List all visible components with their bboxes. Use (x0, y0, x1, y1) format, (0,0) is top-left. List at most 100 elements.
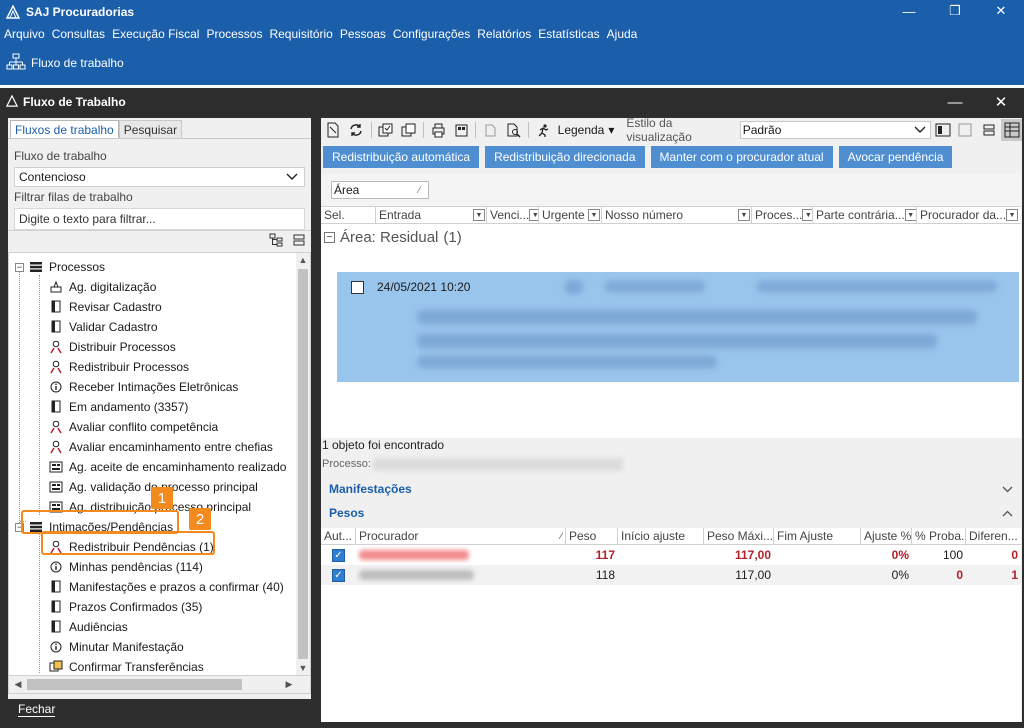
tree-item-receber-intimacoes[interactable]: Receber Intimações Eletrônicas (49, 377, 238, 397)
auto-redistribution-button[interactable]: Redistribuição automática (323, 146, 480, 168)
tree-item-manifestacoes-prazos[interactable]: Manifestações e prazos a confirmar (40) (49, 577, 284, 597)
layout-copy-icon[interactable] (956, 119, 977, 141)
export-icon[interactable] (451, 119, 472, 141)
pesos-col-ajuste[interactable]: Ajuste % (861, 528, 912, 544)
filter-dropdown-icon[interactable]: ▼ (904, 209, 916, 221)
scroll-up-icon[interactable]: ▲ (296, 253, 310, 267)
window-minimize-button[interactable]: — (932, 88, 978, 116)
filter-dropdown-icon[interactable]: ▼ (802, 209, 812, 221)
table-row[interactable]: ✓ 118 117,00 0% 0 1 (321, 565, 1021, 585)
tree-item-prazos-confirmados[interactable]: Prazos Confirmados (35) (49, 597, 202, 617)
column-procurador[interactable]: Procurador da... ▼ (917, 207, 1019, 223)
legend-dropdown[interactable]: Legenda ▾ (558, 123, 615, 137)
tree-item-revisar-cadastro[interactable]: Revisar Cadastro (49, 297, 162, 317)
attach-icon[interactable] (480, 119, 501, 141)
processos-expander[interactable]: − (15, 263, 24, 272)
tree-item-ag-digitalizacao[interactable]: Ag. digitalização (49, 277, 156, 297)
expand-tree-icon[interactable] (269, 233, 285, 250)
layout-save-icon[interactable] (933, 119, 954, 141)
filter-dropdown-icon[interactable]: ▼ (738, 209, 750, 221)
tree-item-minutar-manifestacao[interactable]: Minutar Manifestação (49, 637, 184, 657)
scroll-left-icon[interactable]: ◀ (11, 676, 25, 692)
table-row[interactable]: ✓ 117 117,00 0% 100 0 (321, 545, 1021, 565)
tree-item-distribuir-processos[interactable]: Distribuir Processos (49, 337, 176, 357)
runner-icon[interactable] (533, 119, 554, 141)
copy-icon[interactable] (398, 119, 419, 141)
close-button[interactable]: ✕ (978, 0, 1024, 22)
menu-arquivo[interactable]: Arquivo (2, 27, 50, 41)
scroll-down-icon[interactable]: ▼ (296, 661, 310, 675)
pesos-col-inicio-ajuste[interactable]: Início ajuste (618, 528, 704, 544)
menu-ajuda[interactable]: Ajuda (605, 27, 643, 41)
filter-dropdown-icon[interactable]: ▼ (588, 209, 600, 221)
tree-item-audiencias[interactable]: Audiências (49, 617, 128, 637)
window-close-button[interactable]: ✕ (978, 88, 1024, 116)
menu-relatorios[interactable]: Relatórios (475, 27, 536, 41)
tree-item-ag-aceite[interactable]: Ag. aceite de encaminhamento realizado (49, 457, 286, 477)
pesos-col-peso[interactable]: Peso (566, 528, 618, 544)
directed-redistribution-button[interactable]: Redistribuição direcionada (485, 146, 645, 168)
column-entrada[interactable]: Entrada ▼ (376, 207, 487, 223)
tree-item-minhas-pendencias[interactable]: Minhas pendências (114) (49, 557, 203, 577)
workflow-quick-button[interactable]: Fluxo de trabalho (6, 53, 124, 74)
section-pesos[interactable]: Pesos (321, 502, 1021, 524)
group-row-residual[interactable]: − Área: Residual (1) (321, 224, 1021, 250)
section-manifestacoes[interactable]: Manifestações (321, 478, 1021, 500)
tree-item-em-andamento[interactable]: Em andamento (3357) (49, 397, 188, 417)
menu-consultas[interactable]: Consultas (50, 27, 110, 41)
flow-select[interactable]: Contencioso (14, 167, 305, 187)
hscroll-thumb[interactable] (27, 679, 242, 690)
select-all-icon[interactable] (375, 119, 396, 141)
pesos-col-probabilidade[interactable]: % Proba... (912, 528, 966, 544)
menu-estatisticas[interactable]: Estatísticas (536, 27, 604, 41)
menu-configuracoes[interactable]: Configurações (391, 27, 475, 41)
column-vencimento[interactable]: Venci... ▼ (487, 207, 539, 223)
tree-horizontal-scrollbar[interactable]: ◀ ▶ (8, 676, 311, 694)
new-document-icon[interactable] (323, 119, 344, 141)
avocar-pendencia-button[interactable]: Avocar pendência (838, 146, 953, 168)
pesos-col-diferenca[interactable]: Diferen... (966, 528, 1021, 544)
menu-requisitorio[interactable]: Requisitório (267, 27, 337, 41)
pesos-col-fim-ajuste[interactable]: Fim Ajuste (774, 528, 861, 544)
row-checkbox[interactable] (351, 281, 364, 294)
close-panel-button[interactable]: Fechar (8, 699, 311, 719)
pesos-col-aut[interactable]: Aut... (321, 528, 356, 544)
filter-dropdown-icon[interactable]: ▼ (473, 209, 485, 221)
refresh-icon[interactable] (346, 119, 367, 141)
keep-current-attorney-button[interactable]: Manter com o procurador atual (650, 146, 833, 168)
column-sel[interactable]: Sel. (321, 207, 376, 223)
pesos-col-procurador[interactable]: Procurador ⁄ (356, 528, 566, 544)
column-processo[interactable]: Proces... ▼ (752, 207, 813, 223)
menu-pessoas[interactable]: Pessoas (338, 27, 391, 41)
menu-processos[interactable]: Processos (204, 27, 267, 41)
column-parte-contraria[interactable]: Parte contrária... ▼ (813, 207, 917, 223)
group-chip-area[interactable]: Área ⁄ (331, 181, 429, 199)
filter-dropdown-icon[interactable]: ▼ (1006, 209, 1019, 221)
collapse-group-icon[interactable]: − (324, 231, 335, 243)
filter-dropdown-icon[interactable]: ▼ (529, 209, 538, 221)
column-urgente[interactable]: Urgente ▼ (539, 207, 602, 223)
tree-item-redistribuir-processos[interactable]: Redistribuir Processos (49, 357, 189, 377)
scroll-thumb[interactable] (298, 269, 308, 659)
columns-config-icon[interactable] (1001, 119, 1022, 141)
layout-list-icon[interactable] (978, 119, 999, 141)
tree-item-confirmar-transferencias[interactable]: Confirmar Transferências (49, 657, 204, 675)
menu-execucao-fiscal[interactable]: Execução Fiscal (110, 27, 204, 41)
search-document-icon[interactable] (503, 119, 524, 141)
filter-input[interactable]: Digite o texto para filtrar... (14, 208, 305, 230)
style-select[interactable]: Padrão (739, 121, 931, 139)
tree-vertical-scrollbar[interactable]: ▲ ▼ (296, 253, 310, 675)
scroll-right-icon[interactable]: ▶ (282, 676, 296, 692)
tree-item-avaliar-encaminhamento[interactable]: Avaliar encaminhamento entre chefias (49, 437, 273, 457)
column-nosso-numero[interactable]: Nosso número ▼ (602, 207, 752, 223)
collapse-tree-icon[interactable] (293, 234, 305, 249)
minimize-button[interactable]: — (886, 0, 932, 22)
tree-group-processos[interactable]: Processos (29, 257, 105, 277)
tree-item-validar-cadastro[interactable]: Validar Cadastro (49, 317, 158, 337)
table-row[interactable]: 24/05/2021 10:20 (337, 272, 1019, 382)
checkbox-checked-icon[interactable]: ✓ (332, 568, 345, 582)
restore-button[interactable]: ❐ (932, 0, 978, 22)
tab-pesquisar[interactable]: Pesquisar (118, 120, 183, 138)
print-icon[interactable] (428, 119, 449, 141)
tab-fluxos-de-trabalho[interactable]: Fluxos de trabalho (10, 120, 119, 138)
